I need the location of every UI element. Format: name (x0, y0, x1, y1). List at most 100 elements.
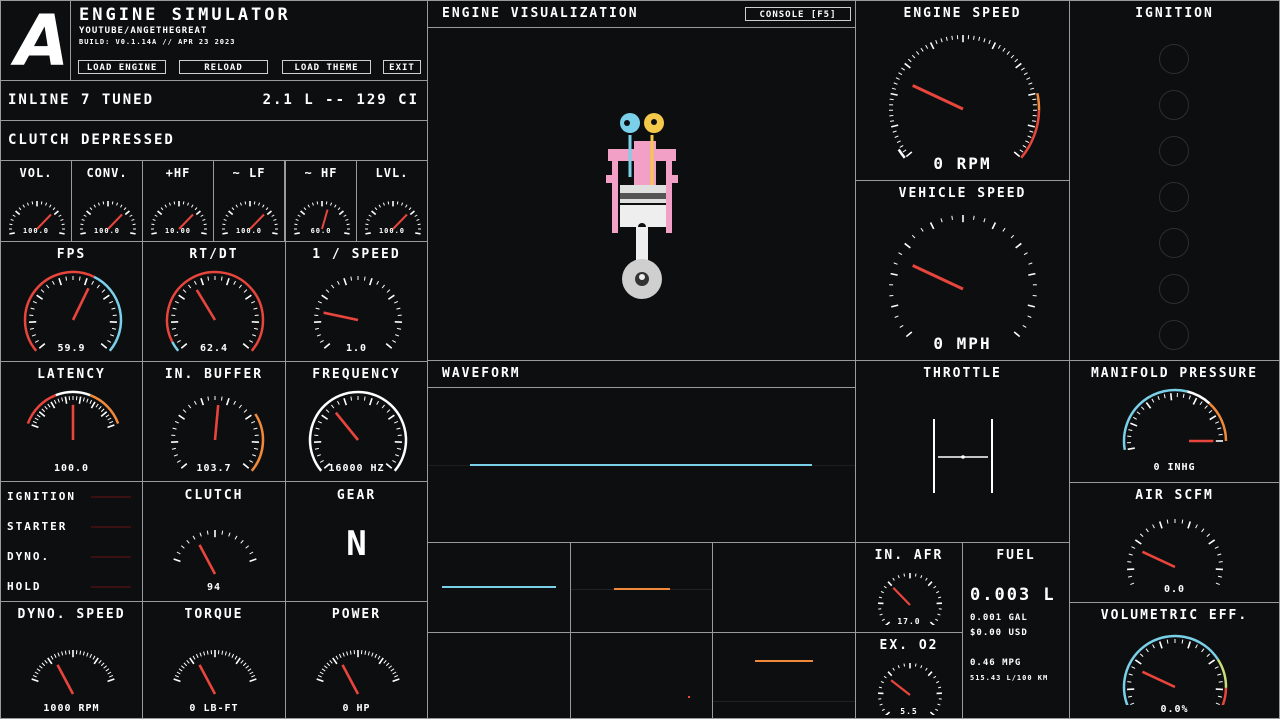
engine-speed-gauge-dial (889, 35, 1041, 159)
engine-cylinder-graphic (606, 113, 678, 299)
fuel-gallons: 0.001 GAL (970, 613, 1028, 623)
gear-value: N (346, 524, 367, 564)
clutch-status-panel: CLUTCH DEPRESSED (0, 120, 428, 161)
perf-gauge-value: 1.0 (345, 343, 368, 354)
bottom-gauge-value: 1000 RPM (43, 703, 100, 714)
indicator-panel: IGNITION STARTER DYNO. HOLD (0, 481, 143, 602)
load-theme-button[interactable]: LOAD THEME (282, 60, 371, 74)
bottom-gauge-0: DYNO. SPEED 1000 RPM (0, 601, 143, 719)
audio-gauge-value: 100.0 (93, 227, 121, 235)
fuel-panel: FUEL 0.003 L 0.001 GAL $0.00 USD 0.46 MP… (962, 542, 1070, 719)
scope-1 (427, 542, 571, 633)
indicator-starter-lamp (91, 526, 131, 528)
vehicle-speed-gauge-dial (889, 215, 1037, 338)
manifold-title: MANIFOLD PRESSURE (1090, 366, 1259, 381)
scope-3 (712, 542, 856, 633)
ignition-cylinder-5 (1159, 228, 1189, 258)
audio-gauge-2: +HF 10.00 (142, 160, 214, 242)
ignition-title: IGNITION (1135, 6, 1214, 21)
ignition-cylinder-7 (1159, 320, 1189, 350)
perf-gauge-label: RT/DT (189, 247, 239, 262)
audio-gauge-value: 100.0 (22, 227, 50, 235)
ignition-cylinder-2 (1159, 90, 1189, 120)
engine-visualization-panel: ENGINE VISUALIZATION CONSOLE [F5] (427, 0, 856, 361)
app-subtitle: YOUTUBE/ANGETHEGREAT (79, 26, 208, 36)
air-scfm-panel: AIR SCFM 0.0 (1069, 482, 1280, 603)
perf-gauge-label: FREQUENCY (312, 367, 401, 382)
clutch-label: CLUTCH (184, 488, 244, 503)
o2-gauge-dial (878, 663, 942, 715)
gear-panel: GEAR N (285, 481, 428, 602)
scope-4 (427, 632, 571, 719)
exhaust-o2-panel: EX. O2 5.5 (855, 632, 963, 719)
perf-gauge-value: 103.7 (196, 463, 232, 474)
perf-gauge-4: IN. BUFFER 103.7 (142, 361, 286, 482)
waveform-trace (470, 464, 812, 466)
audio-gauge-label: +HF (165, 166, 191, 180)
engine-info-panel: INLINE 7 TUNED 2.1 L -- 129 CI (0, 80, 428, 121)
engine-speed-title: ENGINE SPEED (903, 6, 1022, 21)
throttle-title: THROTTLE (923, 366, 1002, 381)
perf-gauge-value: 59.9 (57, 343, 86, 354)
engine-displacement: 2.1 L -- 129 CI (262, 92, 419, 108)
audio-gauge-label: VOL. (19, 166, 53, 180)
exit-button[interactable]: EXIT (383, 60, 421, 74)
indicator-ignition-lamp (91, 496, 131, 498)
console-button[interactable]: CONSOLE [F5] (745, 7, 851, 21)
clutch-status: CLUTCH DEPRESSED (8, 132, 175, 148)
perf-gauge-0: FPS 59.9 (0, 241, 143, 362)
waveform-title: WAVEFORM (442, 366, 521, 381)
audio-gauge-3: ~ LF 100.0 (213, 160, 285, 242)
ignition-cylinder-1 (1159, 44, 1189, 74)
audio-gauge-1: CONV. 100.0 (71, 160, 143, 242)
ignition-cylinder-3 (1159, 136, 1189, 166)
audio-gauge-0: VOL. 100.0 (0, 160, 72, 242)
perf-gauge-value: 100.0 (53, 463, 90, 474)
manifold-gauge-dial (1122, 388, 1228, 451)
bottom-gauge-value: 0 HP (342, 703, 371, 714)
clutch-panel: CLUTCH 94 (142, 481, 286, 602)
audio-gauge-label: CONV. (86, 166, 128, 180)
reload-button[interactable]: RELOAD (179, 60, 268, 74)
fuel-mpg: 0.46 MPG (970, 658, 1022, 668)
air-title: AIR SCFM (1135, 488, 1214, 503)
ignition-cylinder-4 (1159, 182, 1189, 212)
vehicle-speed-panel: VEHICLE SPEED 0 MPH (855, 180, 1070, 361)
indicator-dyno-label: DYNO. (7, 550, 51, 563)
ignition-cylinder-6 (1159, 274, 1189, 304)
audio-gauge-label: ~ HF (304, 166, 338, 180)
perf-gauge-3: LATENCY 100.0 (0, 361, 143, 482)
fuel-liters: 0.003 L (970, 585, 1056, 605)
perf-gauge-label: 1 / SPEED (312, 247, 401, 262)
perf-gauge-value: 62.4 (199, 343, 229, 354)
audio-gauge-label: ~ LF (232, 166, 266, 180)
logo-panel: A (0, 0, 71, 81)
load-engine-button[interactable]: LOAD ENGINE (78, 60, 166, 74)
vehicle-speed-title: VEHICLE SPEED (898, 186, 1027, 201)
perf-gauge-label: FPS (56, 247, 87, 262)
bottom-gauge-value: 0 LB-FT (189, 703, 239, 714)
perf-gauge-1: RT/DT 62.4 (142, 241, 286, 362)
audio-gauge-value: 100.0 (235, 227, 263, 235)
bottom-gauge-label: TORQUE (184, 607, 244, 622)
engine-name: INLINE 7 TUNED (8, 92, 155, 108)
air-gauge-dial (1127, 519, 1223, 585)
throttle-indicator[interactable] (930, 417, 996, 495)
perf-gauge-label: LATENCY (37, 367, 106, 382)
audio-gauge-value: 60.0 (310, 227, 332, 235)
waveform-panel: WAVEFORM (427, 360, 856, 543)
bottom-gauge-label: DYNO. SPEED (17, 607, 126, 622)
fuel-l-per-100km: 515.43 L/100 KM (970, 674, 1049, 682)
manifold-value: 0 INHG (1153, 462, 1196, 473)
air-value: 0.0 (1163, 584, 1186, 595)
indicator-hold-label: HOLD (7, 580, 42, 593)
ve-title: VOLUMETRIC EFF. (1100, 608, 1249, 623)
app-build: BUILD: V0.1.14A // APR 23 2023 (79, 38, 236, 46)
audio-gauge-4: ~ HF 60.0 (285, 160, 357, 242)
volumetric-efficiency-panel: VOLUMETRIC EFF. 0.0% (1069, 602, 1280, 719)
scope-2 (570, 542, 713, 633)
bottom-gauge-label: POWER (331, 607, 382, 622)
fuel-title: FUEL (996, 548, 1036, 563)
indicator-ignition-label: IGNITION (7, 490, 76, 503)
audio-gauge-value: 10.00 (164, 227, 192, 235)
